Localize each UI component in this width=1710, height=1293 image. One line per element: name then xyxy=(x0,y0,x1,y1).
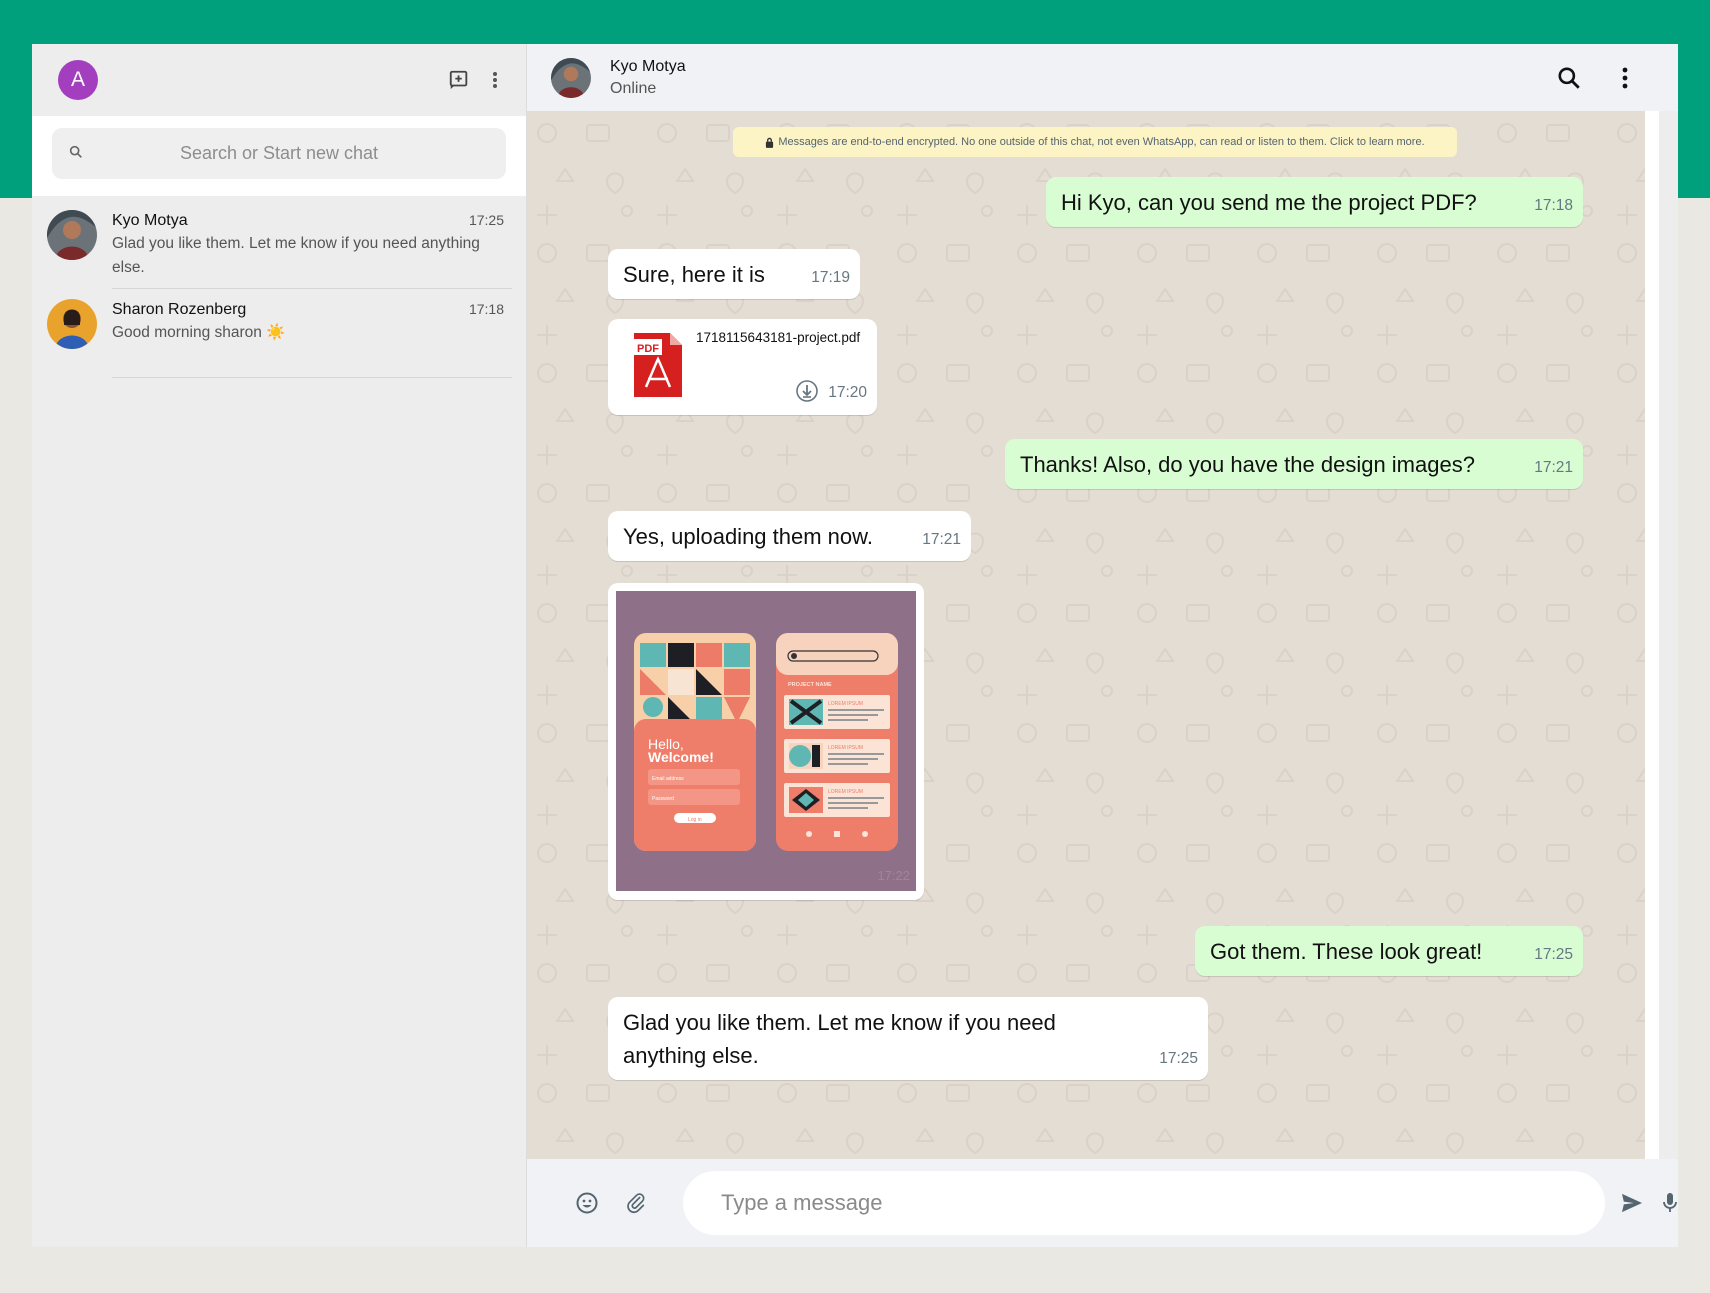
mic-icon[interactable] xyxy=(1663,1192,1677,1214)
message-file-attachment[interactable]: PDF 1718115643181-project.pdf 17:20 xyxy=(608,319,877,415)
message-bubble-incoming[interactable]: Yes, uploading them now. 17:21 xyxy=(608,511,971,561)
chat-list-item[interactable]: Sharon Rozenberg 17:18 Good morning shar… xyxy=(32,289,526,378)
pdf-badge-text: PDF xyxy=(637,343,659,355)
more-vert-icon[interactable] xyxy=(492,71,498,89)
search-box xyxy=(52,128,506,179)
image-text-login: Log in xyxy=(688,817,702,823)
message-input[interactable] xyxy=(721,1190,1605,1216)
message-bubble-outgoing[interactable]: Got them. These look great! 17:25 xyxy=(1195,926,1583,976)
contact-status: Online xyxy=(610,79,657,97)
download-icon[interactable] xyxy=(795,379,819,409)
image-text-lorem: LOREM IPSUM xyxy=(828,701,863,707)
message-time: 17:21 xyxy=(922,531,961,548)
send-icon[interactable] xyxy=(1621,1193,1643,1213)
image-text-project: PROJECT NAME xyxy=(788,682,832,688)
more-vert-icon[interactable] xyxy=(1622,67,1628,89)
message-text: Hi Kyo, can you send me the project PDF? xyxy=(1061,190,1477,215)
message-image-attachment[interactable]: Hello, Welcome! Email address Password L… xyxy=(608,583,924,900)
encryption-text: Messages are end-to-end encrypted. No on… xyxy=(778,136,1425,148)
message-input-wrapper xyxy=(683,1171,1605,1235)
message-time: 17:21 xyxy=(1534,459,1573,476)
search-input[interactable] xyxy=(70,143,488,164)
image-text-lorem: LOREM IPSUM xyxy=(828,789,863,795)
sidebar-actions xyxy=(448,69,498,91)
image-text-lorem: LOREM IPSUM xyxy=(828,745,863,751)
design-preview-image[interactable]: Hello, Welcome! Email address Password L… xyxy=(616,591,916,891)
image-text-password: Password xyxy=(652,796,674,802)
message-time: 17:18 xyxy=(1534,197,1573,214)
contact-avatar xyxy=(47,210,97,260)
message-bubble-incoming[interactable]: Sure, here it is 17:19 xyxy=(608,249,860,299)
message-time: 17:22 xyxy=(877,868,910,883)
message-time: 17:25 xyxy=(1534,946,1573,963)
chat-name: Kyo Motya xyxy=(112,212,188,229)
emoji-icon[interactable] xyxy=(575,1191,599,1215)
chat-list-item[interactable]: Kyo Motya 17:25 Glad you like them. Let … xyxy=(32,200,526,289)
message-text: Yes, uploading them now. xyxy=(623,524,873,549)
message-composer xyxy=(527,1159,1678,1247)
conversation-pane: Kyo Motya Online Messages are end-to-end… xyxy=(527,44,1678,1247)
search-icon xyxy=(68,144,84,165)
encryption-notice[interactable]: Messages are end-to-end encrypted. No on… xyxy=(733,127,1457,157)
contact-info[interactable]: Kyo Motya Online xyxy=(610,58,686,98)
contact-avatar xyxy=(47,299,97,349)
message-text: anything else. xyxy=(623,1043,759,1068)
sidebar-header: A xyxy=(32,44,526,116)
message-text: Sure, here it is xyxy=(623,262,765,287)
message-bubble-outgoing[interactable]: Thanks! Also, do you have the design ima… xyxy=(1005,439,1583,489)
chat-last-message: Glad you like them. Let me know if you n… xyxy=(112,235,480,276)
message-time: 17:25 xyxy=(1159,1050,1198,1067)
contact-name: Kyo Motya xyxy=(610,57,686,75)
chat-name: Sharon Rozenberg xyxy=(112,301,247,318)
message-text: Got them. These look great! xyxy=(1210,939,1483,964)
new-chat-icon[interactable] xyxy=(448,69,470,91)
conversation-actions xyxy=(1556,65,1628,91)
message-text: Thanks! Also, do you have the design ima… xyxy=(1020,452,1475,477)
message-time: 17:20 xyxy=(828,384,867,401)
my-avatar[interactable]: A xyxy=(58,60,98,100)
scrollbar[interactable] xyxy=(1645,111,1659,1159)
image-text-welcome: Welcome! xyxy=(648,749,714,765)
attach-icon[interactable] xyxy=(625,1191,647,1215)
contact-avatar[interactable] xyxy=(551,57,591,98)
chat-time: 17:18 xyxy=(468,301,504,317)
composer-right-actions xyxy=(1621,1192,1677,1214)
chat-list: Kyo Motya 17:25 Glad you like them. Let … xyxy=(32,196,526,378)
message-bubble-outgoing[interactable]: Hi Kyo, can you send me the project PDF?… xyxy=(1046,177,1583,227)
chat-time: 17:25 xyxy=(468,212,504,228)
search-wrapper xyxy=(32,116,526,196)
chat-last-message: Good morning sharon ☀️ xyxy=(112,324,286,341)
pdf-file-icon: PDF xyxy=(634,333,682,403)
conversation-header: Kyo Motya Online xyxy=(527,44,1678,111)
sidebar: A Search or Start new chat Kyo Motya 17:… xyxy=(32,44,527,1247)
search-icon[interactable] xyxy=(1556,65,1582,91)
image-text-email: Email address xyxy=(652,776,684,782)
message-area[interactable]: Messages are end-to-end encrypted. No on… xyxy=(527,111,1659,1159)
message-time: 17:19 xyxy=(811,269,850,286)
lock-icon xyxy=(766,137,774,148)
file-name: 1718115643181-project.pdf xyxy=(696,330,861,345)
app-window: A Search or Start new chat Kyo Motya 17:… xyxy=(32,44,1678,1247)
message-bubble-incoming[interactable]: Glad you like them. Let me know if you n… xyxy=(608,997,1208,1080)
message-text: Glad you like them. Let me know if you n… xyxy=(623,1010,1056,1035)
